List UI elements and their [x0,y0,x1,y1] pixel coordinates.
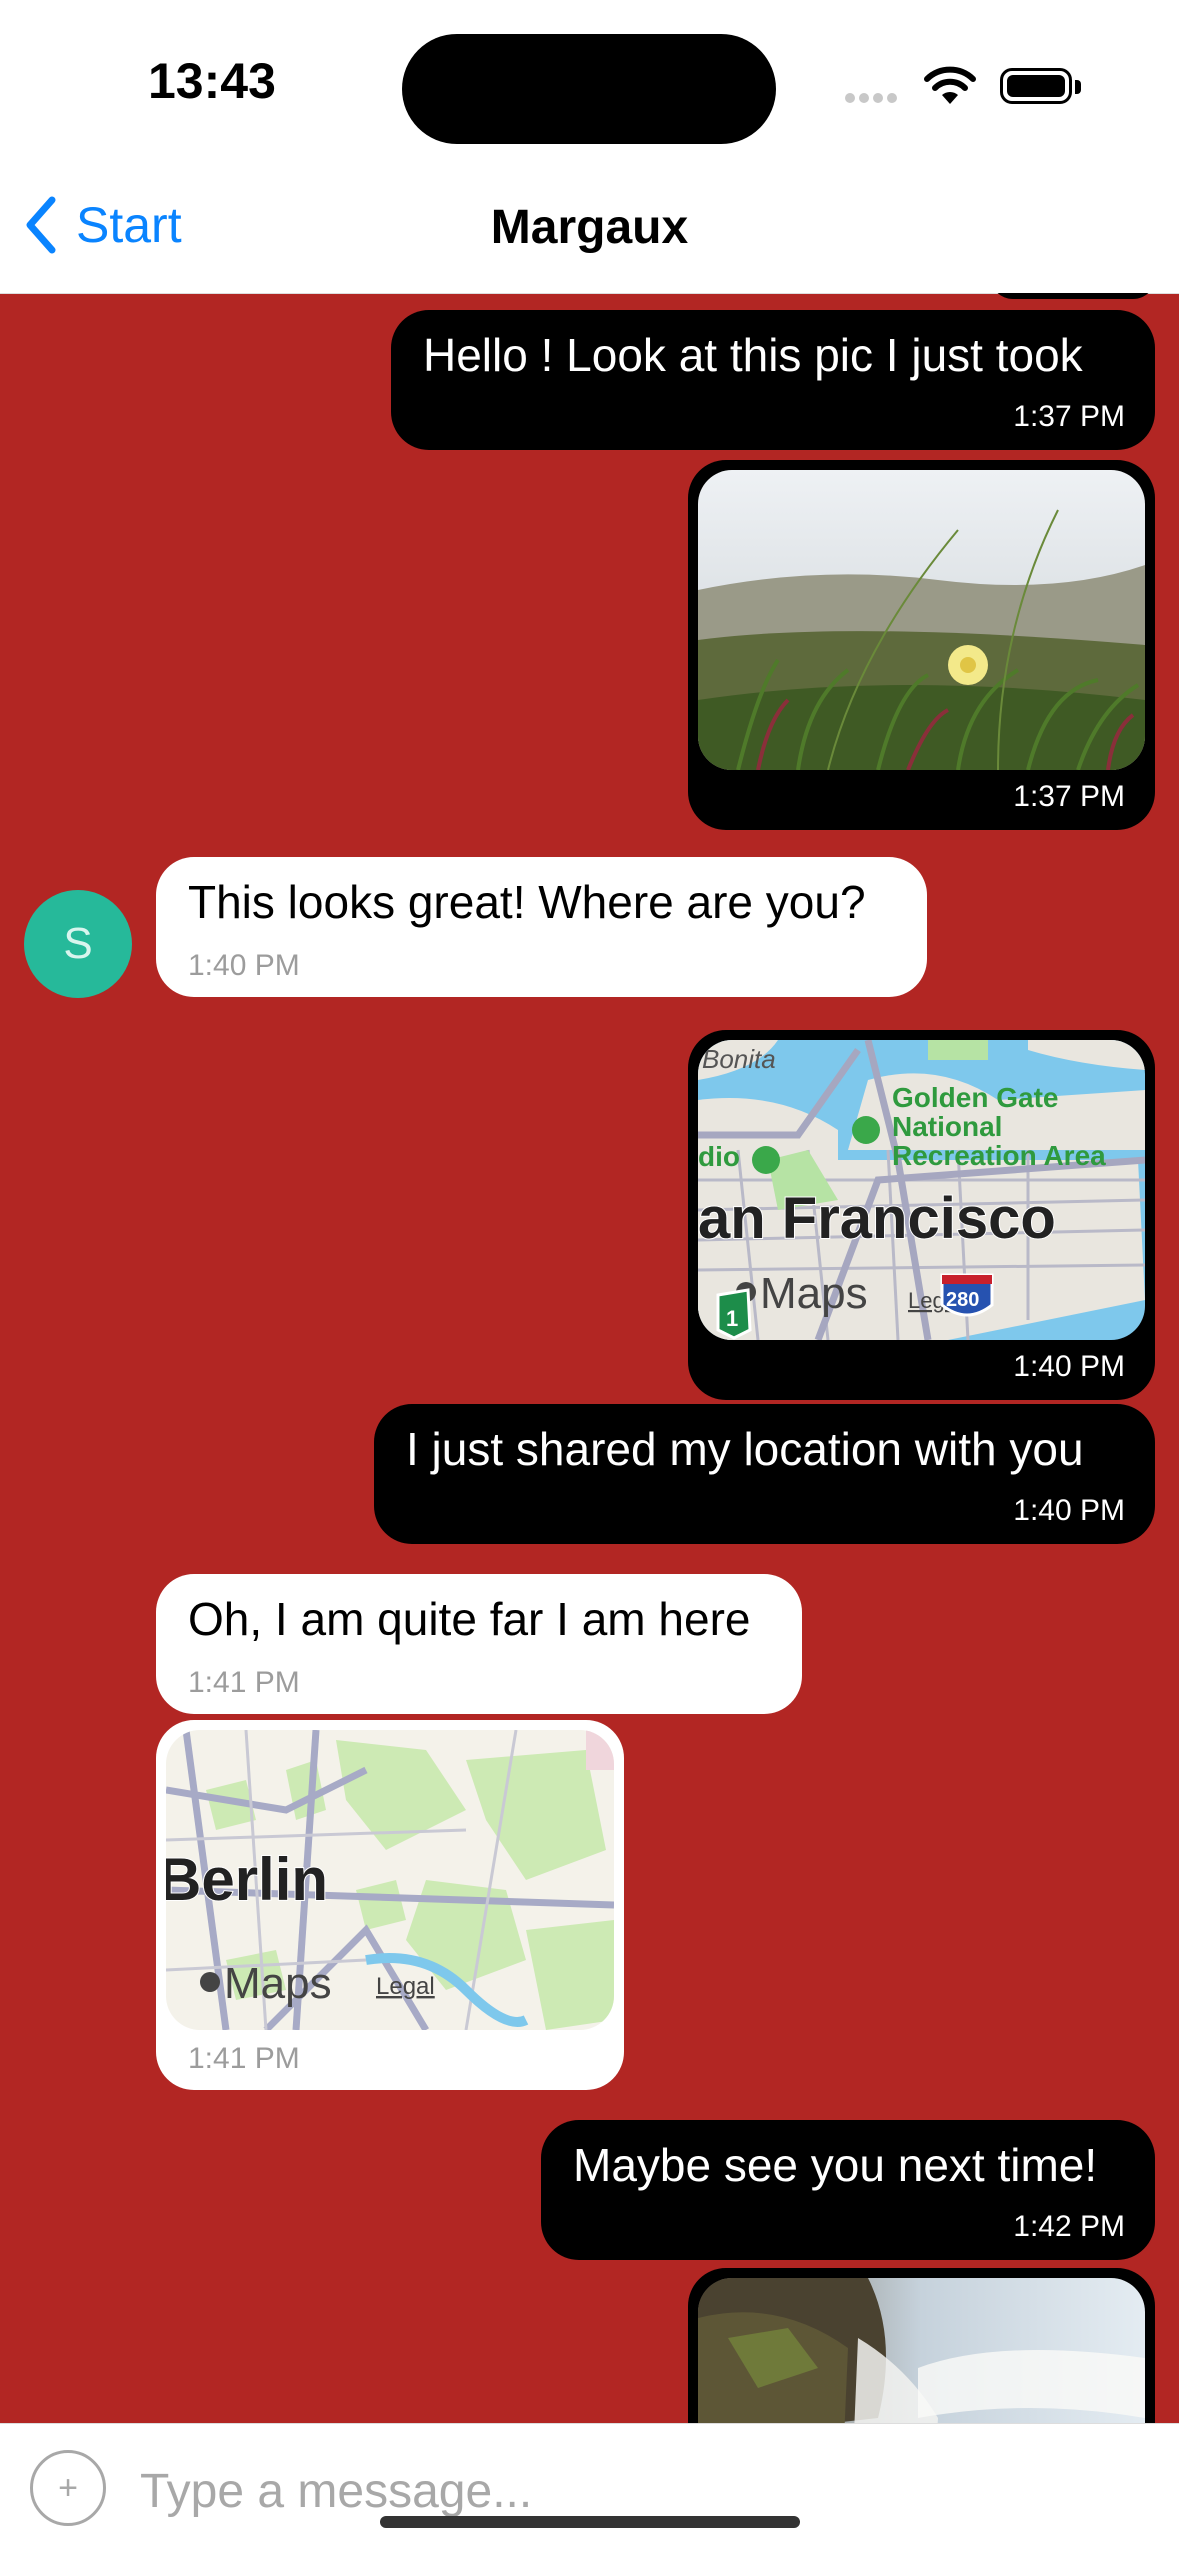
map-label-bonita: Bonita [702,1044,776,1074]
plus-icon: + [58,2468,78,2507]
map-preview-san-francisco[interactable]: Bonita Golden Gate National Recreation A… [698,1040,1145,1340]
message-text: Oh, I am quite far I am here [188,1593,751,1645]
map-label-city: an Francisco [698,1186,1056,1251]
photo-image[interactable] [698,2278,1145,2423]
message-text: Hello ! Look at this pic I just took [423,329,1083,381]
highway-1-shield: 1 [726,1306,738,1331]
message-time: 1:41 PM [188,2042,300,2075]
message-text: I just shared my location with you [406,1423,1084,1475]
status-time: 13:43 [148,53,276,109]
message-list[interactable]: Hello ! Look at this pic I just took 1:3… [0,293,1179,2423]
location-message-bubble-incoming[interactable]: Berlin Maps Legal 1:41 PM [156,1720,624,2090]
message-text: This looks great! Where are you? [188,876,866,928]
maps-logo-text: Maps [224,1959,332,2008]
partial-message-bubble[interactable] [990,293,1156,299]
dynamic-island [402,34,776,144]
photo-image[interactable] [698,470,1145,770]
message-bubble-outgoing[interactable]: I just shared my location with you 1:40 … [374,1404,1155,1544]
message-time: 1:37 PM [1013,780,1125,813]
battery-icon [1000,68,1072,104]
photo-message-bubble[interactable] [688,2268,1155,2423]
message-text: Maybe see you next time! [573,2139,1098,2191]
conversation-title: Margaux [490,201,689,254]
wifi-icon [924,66,976,104]
map-label-presidio: dio [698,1141,740,1172]
contact-avatar[interactable]: S [24,890,132,998]
message-time: 1:37 PM [1013,400,1125,433]
message-time: 1:41 PM [188,1666,300,1699]
home-indicator[interactable] [380,2516,800,2528]
maps-logo-text: Maps [760,1269,868,1318]
location-message-bubble[interactable]: Bonita Golden Gate National Recreation A… [688,1030,1155,1400]
message-time: 1:40 PM [188,949,300,982]
map-label-golden-gate: Golden Gate [892,1082,1058,1113]
message-time: 1:40 PM [1013,1494,1125,1527]
message-bubble-incoming[interactable]: Oh, I am quite far I am here 1:41 PM [156,1574,802,1714]
message-bubble-outgoing[interactable]: Hello ! Look at this pic I just took 1:3… [391,310,1155,450]
message-composer: + [0,2423,1179,2557]
map-legal-link[interactable]: Legal [376,1973,435,2000]
message-time: 1:42 PM [1013,2210,1125,2243]
cellular-signal-icon [845,90,901,108]
map-preview-berlin[interactable]: Berlin Maps Legal [166,1730,614,2030]
status-bar: 13:43 [0,0,1179,160]
add-attachment-button[interactable]: + [30,2450,106,2526]
message-bubble-incoming[interactable]: This looks great! Where are you? 1:40 PM [156,857,927,997]
map-label-city: Berlin [166,1846,328,1913]
interstate-280-shield: 280 [946,1289,979,1311]
battery-cap [1075,80,1081,94]
photo-message-bubble[interactable]: 1:37 PM [688,460,1155,830]
map-label-recreation-area: Recreation Area [892,1140,1106,1171]
message-bubble-outgoing[interactable]: Maybe see you next time! 1:42 PM [541,2120,1155,2260]
navigation-bar: Start Margaux [0,160,1179,294]
map-label-national: National [892,1111,1002,1142]
message-time: 1:40 PM [1013,1350,1125,1383]
